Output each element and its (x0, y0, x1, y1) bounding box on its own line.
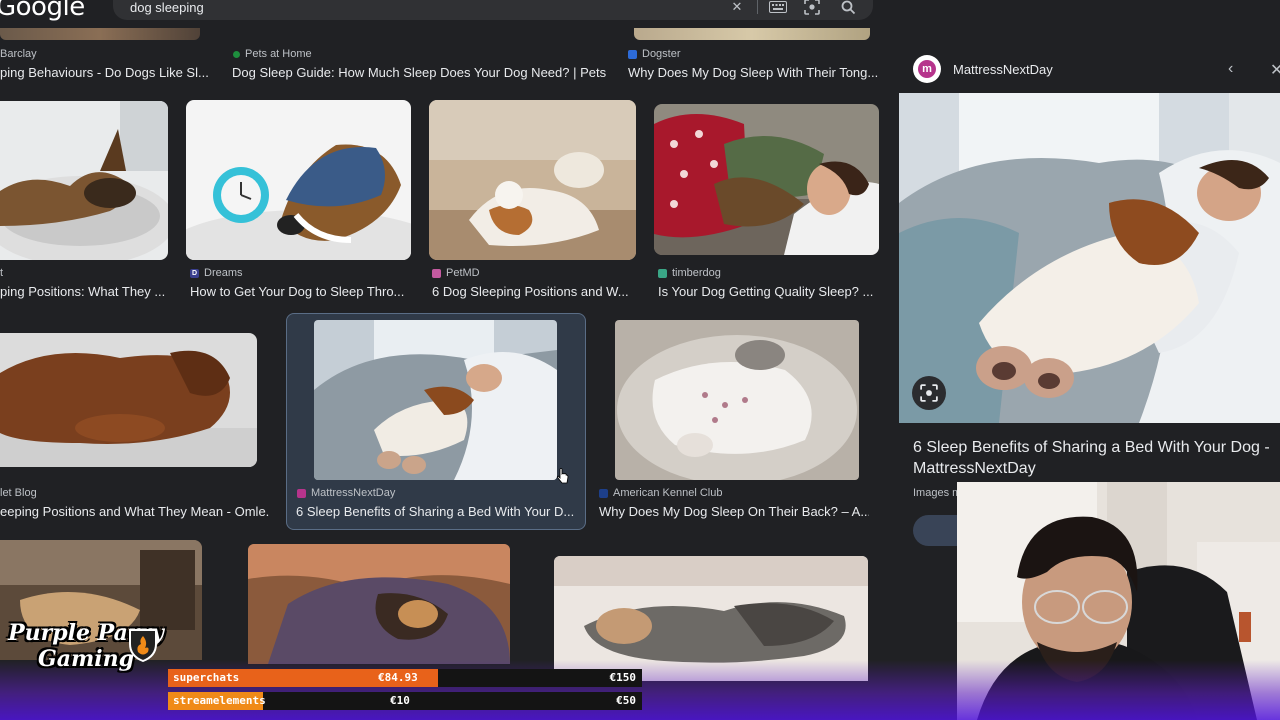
petsathome-favicon (233, 50, 240, 58)
result-source[interactable]: PetMD (432, 267, 480, 279)
result-title[interactable]: Is Your Dog Getting Quality Sleep? ... (658, 284, 880, 299)
superchats-amount: €84.93 (378, 671, 418, 684)
result-image[interactable] (615, 320, 859, 480)
result-image[interactable] (0, 333, 257, 467)
keyboard-icon[interactable] (768, 0, 788, 16)
result-source[interactable]: Pets at Home (233, 48, 312, 60)
result-image[interactable] (186, 100, 411, 260)
close-icon[interactable]: ✕ (727, 0, 747, 16)
result-title[interactable]: Dog Sleep Guide: How Much Sleep Does You… (232, 65, 612, 80)
result-image-top-1[interactable] (0, 28, 200, 40)
result-title[interactable]: eeping Positions and What They Mean - Om… (0, 504, 270, 519)
result-title[interactable]: 6 Sleep Benefits of Sharing a Bed With Y… (296, 504, 574, 519)
timberdog-favicon (658, 268, 667, 278)
mattressnextday-favicon (297, 488, 306, 498)
panel-meta-text: Images m (913, 487, 962, 499)
preview-image[interactable] (899, 93, 1280, 423)
shield-icon (128, 628, 158, 663)
result-source[interactable]: American Kennel Club (599, 487, 722, 499)
google-logo[interactable]: Google (0, 0, 85, 22)
result-source[interactable]: D Dreams (190, 267, 243, 279)
result-image[interactable] (654, 104, 879, 255)
result-title[interactable]: How to Get Your Dog to Sleep Thro... (190, 284, 415, 299)
result-title[interactable]: Why Does My Dog Sleep With Their Tong... (628, 65, 880, 80)
result-title[interactable]: ping Positions: What They ... (0, 284, 168, 299)
result-image-top-3[interactable] (634, 28, 870, 40)
streamelements-label: streamelements (173, 694, 266, 707)
superchats-goal-bar: superchats €84.93 €150 (168, 669, 642, 687)
hand-cursor-icon (557, 468, 569, 489)
panel-title[interactable]: 6 Sleep Benefits of Sharing a Bed With Y… (913, 437, 1273, 479)
lens-icon[interactable] (802, 0, 822, 16)
result-source[interactable]: let Blog (0, 487, 37, 499)
result-source[interactable]: Barclay (0, 48, 37, 60)
result-source[interactable]: Dogster (628, 48, 681, 60)
petmd-favicon (432, 268, 441, 278)
search-bar[interactable] (113, 0, 873, 20)
chevron-left-icon[interactable]: ‹ (1228, 60, 1233, 78)
visual-search-button[interactable] (912, 376, 946, 410)
result-image[interactable] (248, 544, 510, 664)
result-image[interactable] (0, 101, 168, 260)
streamelements-goal-bar: streamelements €10 €50 (168, 692, 642, 710)
result-image-selected[interactable] (314, 320, 557, 480)
result-title[interactable]: 6 Dog Sleeping Positions and W... (432, 284, 638, 299)
source-favicon[interactable]: m (913, 55, 941, 83)
panel-source-name[interactable]: MattressNextDay (953, 62, 1053, 77)
result-image[interactable] (429, 100, 636, 260)
search-icon[interactable] (838, 0, 858, 16)
superchats-label: superchats (173, 671, 240, 684)
streamelements-amount: €10 (390, 694, 410, 707)
dogster-favicon (628, 49, 637, 59)
superchats-goal: €150 (609, 671, 637, 684)
result-source[interactable]: timberdog (658, 267, 721, 279)
result-title[interactable]: Why Does My Dog Sleep On Their Back? – A… (599, 504, 869, 519)
search-input[interactable]: dog sleeping (130, 0, 204, 15)
streamelements-goal: €50 (616, 694, 636, 707)
result-source[interactable]: t (0, 267, 3, 279)
result-title[interactable]: ping Behaviours - Do Dogs Like Sl... (0, 65, 212, 80)
akc-favicon (599, 488, 608, 498)
search-divider (757, 0, 758, 14)
dreams-favicon: D (190, 268, 199, 278)
result-source[interactable]: MattressNextDay (297, 487, 395, 499)
close-icon[interactable]: ✕ (1270, 60, 1280, 80)
